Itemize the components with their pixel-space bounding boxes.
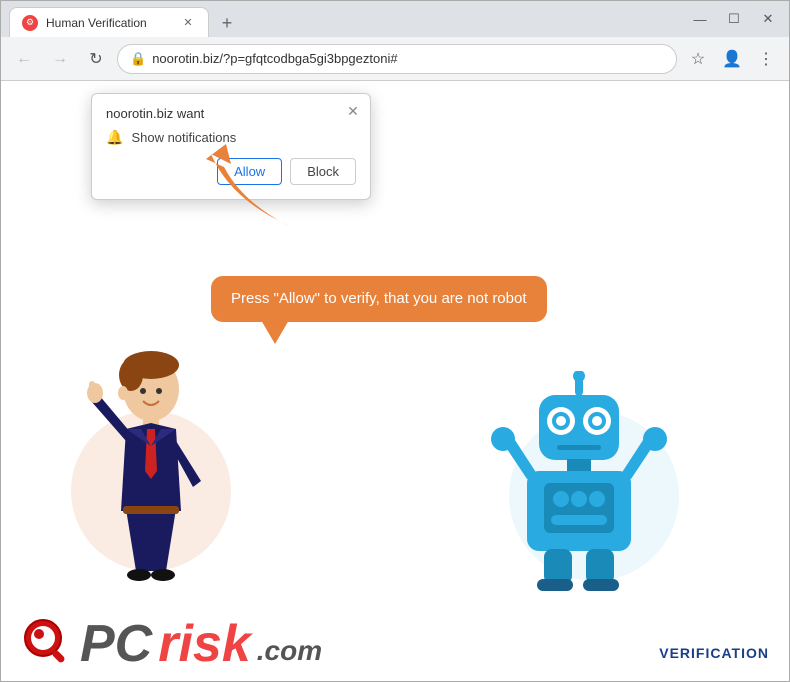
tab-title: Human Verification	[46, 16, 172, 30]
address-bar[interactable]: 🔒 noorotin.biz/?p=gfqtcodbga5gi3bpgezton…	[117, 44, 677, 74]
tab-favicon: ⚙	[22, 15, 38, 31]
minimize-button[interactable]: —	[687, 6, 713, 32]
block-button[interactable]: Block	[290, 158, 356, 185]
popup-option: 🔔 Show notifications	[106, 129, 356, 146]
allow-button[interactable]: Allow	[217, 158, 282, 185]
verification-label: VERIFICATION	[659, 645, 769, 661]
bell-icon: 🔔	[106, 129, 123, 146]
browser-toolbar: ← → ↻ 🔒 noorotin.biz/?p=gfqtcodbga5gi3bp…	[1, 37, 789, 81]
profile-button[interactable]: 👤	[717, 44, 747, 74]
speech-text: Press "Allow" to verify, that you are no…	[231, 290, 527, 307]
popup-option-text: Show notifications	[131, 130, 236, 145]
back-button[interactable]: ←	[9, 44, 39, 74]
menu-button[interactable]: ⋮	[751, 44, 781, 74]
tab-close-button[interactable]: ✕	[180, 15, 196, 31]
close-window-button[interactable]: ✕	[755, 6, 781, 32]
toolbar-right-icons: ☆ 👤 ⋮	[683, 44, 781, 74]
maximize-button[interactable]: ☐	[721, 6, 747, 32]
speech-bubble: Press "Allow" to verify, that you are no…	[211, 276, 547, 322]
popup-title: noorotin.biz want	[106, 106, 356, 121]
business-person-illustration	[61, 351, 241, 591]
forward-button[interactable]: →	[45, 44, 75, 74]
reload-button[interactable]: ↻	[81, 44, 111, 74]
content-area: ✕ noorotin.biz want 🔔 Show notifications…	[1, 81, 789, 681]
pcrisk-logo: PC risk .com	[21, 616, 322, 671]
bookmark-button[interactable]: ☆	[683, 44, 713, 74]
dot-com-text: .com	[257, 635, 322, 667]
popup-close-button[interactable]: ✕	[344, 102, 362, 120]
risk-text: risk	[158, 618, 251, 670]
address-text: noorotin.biz/?p=gfqtcodbga5gi3bpgeztoni#	[152, 51, 664, 66]
lock-icon: 🔒	[130, 51, 146, 67]
title-bar: ⚙ Human Verification ✕ + — ☐ ✕	[1, 1, 789, 37]
active-tab[interactable]: ⚙ Human Verification ✕	[9, 7, 209, 37]
browser-window: ⚙ Human Verification ✕ + — ☐ ✕	[0, 0, 790, 682]
popup-buttons: Allow Block	[106, 158, 356, 185]
window-controls: — ☐ ✕	[687, 6, 781, 32]
new-tab-button[interactable]: +	[213, 9, 241, 37]
tab-area: ⚙ Human Verification ✕ +	[9, 1, 687, 37]
notification-popup: ✕ noorotin.biz want 🔔 Show notifications…	[91, 93, 371, 200]
pc-text: PC	[80, 618, 152, 670]
pcrisk-logo-icon	[21, 616, 76, 671]
robot-illustration	[489, 371, 669, 591]
